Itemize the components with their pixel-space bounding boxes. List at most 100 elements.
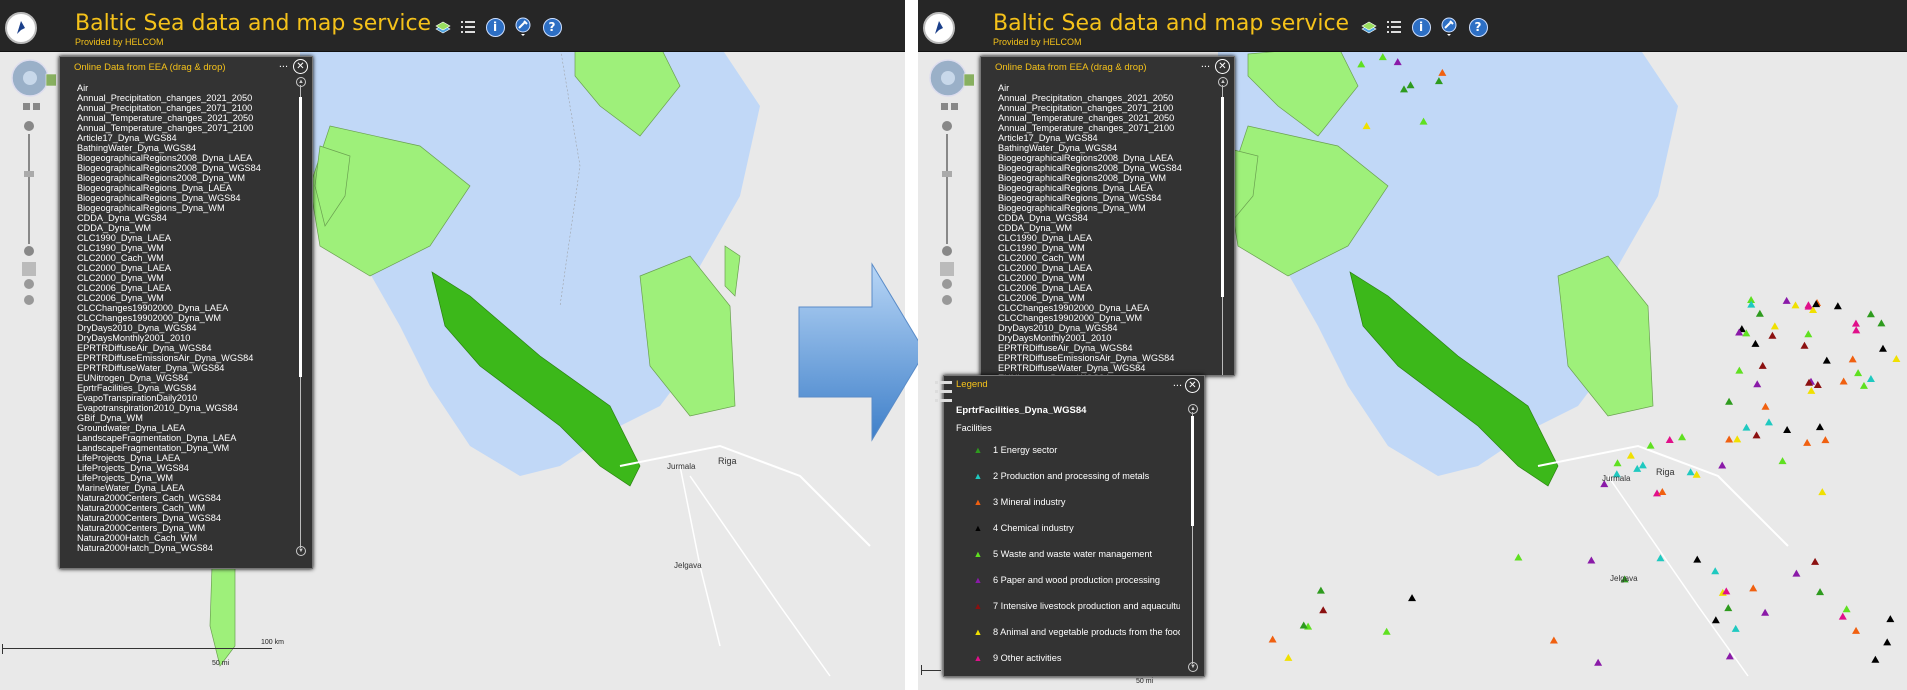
scroll-up-icon[interactable]: ▲: [1218, 77, 1228, 87]
eea-layer-item[interactable]: EPRTRDiffuseEmissionsAir_Dyna_WGS84: [998, 353, 1210, 363]
close-icon[interactable]: ✕: [1185, 378, 1200, 393]
eea-layer-item[interactable]: EUNitrogen_Dyna_WGS84: [77, 373, 288, 383]
help-icon[interactable]: ?: [541, 16, 563, 38]
eea-layer-item[interactable]: BiogeographicalRegions_Dyna_WGS84: [998, 193, 1210, 203]
eea-layer-item[interactable]: Annual_Temperature_changes_2071_2100: [998, 123, 1210, 133]
scrollbar[interactable]: ▲ ▼: [1188, 404, 1198, 672]
eea-layer-item[interactable]: Evapotranspiration2010_Dyna_WGS84: [77, 403, 288, 413]
online-data-panel[interactable]: Online Data from EEA (drag & drop) ... ✕…: [59, 56, 313, 569]
scrollbar[interactable]: ▲ ▼: [296, 77, 306, 556]
eea-layer-item[interactable]: EPRTRDiffuseWater_Dyna_WGS84: [77, 363, 288, 373]
scrollbar[interactable]: ▲: [1218, 77, 1228, 375]
eea-layer-item[interactable]: CLC2000_Cach_WM: [998, 253, 1210, 263]
eea-layer-item[interactable]: LandscapeFragmentation_Dyna_WM: [77, 443, 288, 453]
eea-layer-item[interactable]: Natura2000Hatch_Dyna_WGS84: [77, 543, 288, 553]
eea-layer-item[interactable]: CLC2006_Dyna_WM: [77, 293, 288, 303]
eea-layer-item[interactable]: CLC2006_Dyna_LAEA: [998, 283, 1210, 293]
eea-layer-item[interactable]: Annual_Precipitation_changes_2071_2100: [77, 103, 288, 113]
eea-layer-item[interactable]: CDDA_Dyna_WGS84: [998, 213, 1210, 223]
eea-layer-item[interactable]: EprtrFacilities_Dyna_WGS84: [77, 383, 288, 393]
eea-layer-item[interactable]: CLCChanges19902000_Dyna_LAEA: [77, 303, 288, 313]
eea-layer-item[interactable]: BathingWater_Dyna_WGS84: [998, 143, 1210, 153]
eea-layer-item[interactable]: CDDA_Dyna_WM: [998, 223, 1210, 233]
tools-icon[interactable]: [512, 16, 534, 38]
eea-layer-item[interactable]: DryDays2010_Dyna_WGS84: [998, 323, 1210, 333]
eea-layer-item[interactable]: DryDaysMonthly2001_2010: [77, 333, 288, 343]
eea-layer-item[interactable]: Article17_Dyna_WGS84: [998, 133, 1210, 143]
map-navigation[interactable]: [924, 56, 985, 306]
close-icon[interactable]: ✕: [1215, 59, 1230, 74]
info-icon[interactable]: i: [1410, 16, 1432, 38]
eea-layer-item[interactable]: BiogeographicalRegions_Dyna_WGS84: [77, 193, 288, 203]
eea-layer-item[interactable]: Natura2000Centers_Cach_WGS84: [77, 493, 288, 503]
eea-layer-item[interactable]: LifeProjects_Dyna_WM: [77, 473, 288, 483]
eea-layer-item[interactable]: EPRTRDiffuseAir_Dyna_WGS84: [77, 343, 288, 353]
eea-layer-item[interactable]: LandscapeFragmentation_Dyna_LAEA: [77, 433, 288, 443]
eea-layer-item[interactable]: CLCChanges19902000_Dyna_LAEA: [998, 303, 1210, 313]
eea-layer-item[interactable]: Annual_Precipitation_changes_2071_2100: [998, 103, 1210, 113]
tools-icon[interactable]: [1438, 16, 1460, 38]
eea-layer-item[interactable]: Annual_Temperature_changes_2021_2050: [998, 113, 1210, 123]
eea-layer-item[interactable]: CLC1990_Dyna_LAEA: [998, 233, 1210, 243]
eea-layer-item[interactable]: CLC2000_Dyna_LAEA: [77, 263, 288, 273]
eea-layer-item[interactable]: EvapoTranspirationDaily2010: [77, 393, 288, 403]
layers-icon[interactable]: [432, 16, 454, 38]
map-navigation[interactable]: [6, 56, 67, 306]
eea-layer-item[interactable]: LifeProjects_Dyna_LAEA: [77, 453, 288, 463]
layer-list-icon[interactable]: [457, 16, 479, 38]
eea-layer-item[interactable]: MarineWater_Dyna_LAEA: [77, 483, 288, 493]
eea-layer-list[interactable]: Air Annual_Precipitation_changes_2021_205…: [77, 83, 288, 556]
eea-layer-item[interactable]: CLC2000_Dyna_WM: [998, 273, 1210, 283]
eea-layer-item[interactable]: DryDaysMonthly2001_2010: [998, 333, 1210, 343]
eea-layer-item[interactable]: Annual_Precipitation_changes_2021_2050: [77, 93, 288, 103]
close-icon[interactable]: ✕: [293, 59, 308, 74]
eea-layer-item[interactable]: EPRTRDiffuseWater_Dyna_WGS84: [998, 363, 1210, 373]
eea-layer-item[interactable]: BiogeographicalRegions_Dyna_LAEA: [998, 183, 1210, 193]
eea-layer-item[interactable]: CLC2006_Dyna_LAEA: [77, 283, 288, 293]
eea-layer-item[interactable]: CLC1990_Dyna_WM: [998, 243, 1210, 253]
eea-layer-item[interactable]: BiogeographicalRegions2008_Dyna_LAEA: [998, 153, 1210, 163]
minimize-button[interactable]: ...: [279, 58, 288, 70]
eea-layer-item[interactable]: BiogeographicalRegions2008_Dyna_LAEA: [77, 153, 288, 163]
eea-layer-item[interactable]: BathingWater_Dyna_WGS84: [77, 143, 288, 153]
eea-layer-item[interactable]: Article17_Dyna_WGS84: [77, 133, 288, 143]
eea-layer-item[interactable]: GBif_Dyna_WM: [77, 413, 288, 423]
layer-list-icon[interactable]: [1383, 16, 1405, 38]
eea-layer-item[interactable]: CLCChanges19902000_Dyna_WM: [998, 313, 1210, 323]
eea-layer-item[interactable]: Natura2000Centers_Dyna_WM: [77, 523, 288, 533]
eea-layer-item[interactable]: BiogeographicalRegions_Dyna_WM: [77, 203, 288, 213]
eea-layer-item[interactable]: Annual_Temperature_changes_2021_2050: [77, 113, 288, 123]
online-data-panel[interactable]: Online Data from EEA (drag & drop) ... ✕…: [980, 56, 1235, 376]
help-icon[interactable]: ?: [1467, 16, 1489, 38]
eea-layer-item[interactable]: CLC2000_Dyna_LAEA: [998, 263, 1210, 273]
eea-layer-item[interactable]: EPRTRDiffuseEmissionsAir_Dyna_WGS84: [77, 353, 288, 363]
eea-layer-item[interactable]: CDDA_Dyna_WGS84: [77, 213, 288, 223]
eea-layer-item[interactable]: Groundwater_Dyna_LAEA: [77, 423, 288, 433]
eea-layer-item[interactable]: Natura2000Hatch_Cach_WM: [77, 533, 288, 543]
eea-layer-item[interactable]: BiogeographicalRegions_Dyna_WM: [998, 203, 1210, 213]
eea-layer-item[interactable]: CLC1990_Dyna_WM: [77, 243, 288, 253]
eea-layer-item[interactable]: CLC2006_Dyna_WM: [998, 293, 1210, 303]
eea-layer-list[interactable]: Air Annual_Precipitation_changes_2021_205…: [998, 83, 1210, 375]
scroll-down-icon[interactable]: ▼: [1188, 662, 1198, 672]
eea-layer-item[interactable]: BiogeographicalRegions2008_Dyna_WM: [998, 173, 1210, 183]
eea-layer-item[interactable]: LifeProjects_Dyna_WGS84: [77, 463, 288, 473]
eea-layer-item[interactable]: CLC1990_Dyna_LAEA: [77, 233, 288, 243]
eea-layer-item[interactable]: CLC2000_Cach_WM: [77, 253, 288, 263]
legend-icon[interactable]: [933, 378, 955, 418]
eea-layer-item[interactable]: BiogeographicalRegions2008_Dyna_WM: [77, 173, 288, 183]
eea-layer-item[interactable]: BiogeographicalRegions2008_Dyna_WGS84: [77, 163, 288, 173]
layers-icon[interactable]: [1358, 16, 1380, 38]
scroll-up-icon[interactable]: ▲: [1188, 404, 1198, 414]
eea-layer-item[interactable]: Air: [998, 83, 1210, 93]
eea-layer-item[interactable]: Air: [77, 83, 288, 93]
eea-layer-item[interactable]: Annual_Temperature_changes_2071_2100: [77, 123, 288, 133]
eea-layer-item[interactable]: BiogeographicalRegions2008_Dyna_WGS84: [998, 163, 1210, 173]
eea-layer-item[interactable]: Annual_Precipitation_changes_2021_2050: [998, 93, 1210, 103]
scroll-down-icon[interactable]: ▼: [296, 546, 306, 556]
scroll-up-icon[interactable]: ▲: [296, 77, 306, 87]
eea-layer-item[interactable]: Natura2000Centers_Cach_WM: [77, 503, 288, 513]
legend-panel[interactable]: Legend ... ✕ EprtrFacilities_Dyna_WGS84 …: [943, 375, 1205, 677]
info-icon[interactable]: i: [484, 16, 506, 38]
eea-layer-item[interactable]: EPRTRDiffuseAir_Dyna_WGS84: [998, 343, 1210, 353]
